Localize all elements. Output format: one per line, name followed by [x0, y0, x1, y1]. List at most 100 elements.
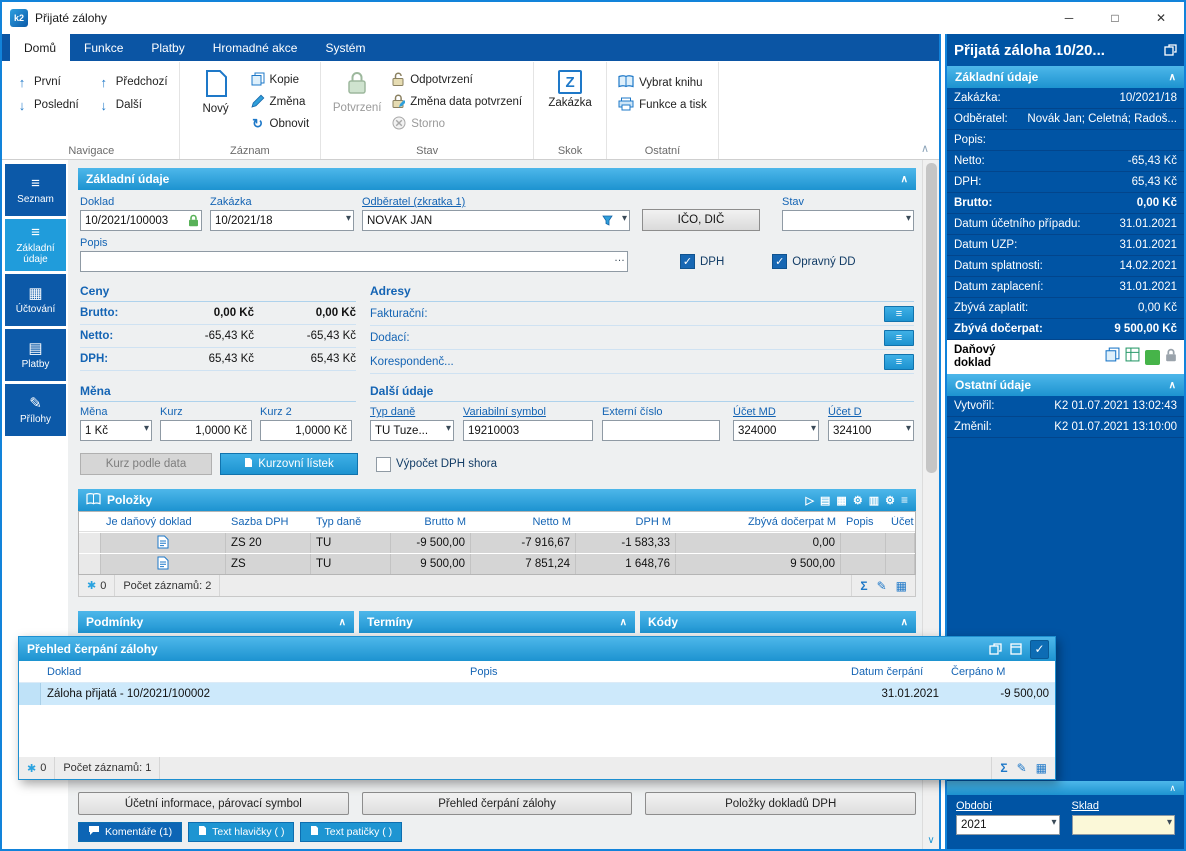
col-dph-m[interactable]: DPH M	[576, 516, 676, 528]
zakazka-jump-button[interactable]: Z Zakázka	[541, 64, 599, 109]
chevron-down-icon[interactable]: ▾	[1051, 818, 1056, 828]
tab-domu[interactable]: Domů	[10, 34, 71, 61]
col-popis[interactable]: Popis	[841, 516, 886, 528]
menu-icon[interactable]: ≡	[901, 493, 908, 507]
tab-funkce[interactable]: Funkce	[70, 34, 137, 61]
col-je-danovy-doklad[interactable]: Je daňový doklad	[101, 516, 226, 528]
chevron-down-icon[interactable]: ▾	[144, 424, 149, 434]
obdobi-label[interactable]: Období	[956, 800, 1060, 812]
address-menu-button[interactable]: ≡	[884, 329, 914, 346]
chevron-down-icon[interactable]: ▾	[1167, 818, 1172, 828]
sidebar-item-zakladni-udaje[interactable]: ≡ Základní údaje	[5, 219, 66, 271]
tab-text-paticky[interactable]: Text patičky ( )	[300, 822, 403, 842]
dialog-title-bar[interactable]: Přehled čerpání zálohy ✓	[19, 637, 1055, 661]
ico-dic-button[interactable]: IČO, DIČ	[642, 209, 760, 231]
collapse-icon[interactable]: ∧	[620, 617, 627, 628]
table-row[interactable]: ZS TU 9 500,00 7 851,24 1 648,76 9 500,0…	[79, 553, 915, 574]
minimize-button[interactable]: ─	[1046, 2, 1092, 34]
chevron-down-icon[interactable]: ▾	[811, 424, 816, 434]
mena-field[interactable]	[80, 420, 152, 441]
confirm-check-button[interactable]: ✓	[1030, 639, 1049, 659]
next-button[interactable]: ↓ Další	[93, 94, 172, 116]
first-button[interactable]: ↑ První	[11, 71, 83, 93]
change-confirm-date-button[interactable]: Změna data potvrzení	[388, 91, 526, 113]
kurz-field[interactable]	[160, 420, 252, 441]
tab-komentare[interactable]: Komentáře (1)	[78, 822, 183, 842]
col-brutto-m[interactable]: Brutto M	[391, 516, 471, 528]
odberatel-field[interactable]	[362, 210, 630, 231]
col-netto-m[interactable]: Netto M	[471, 516, 576, 528]
kurzovni-listek-button[interactable]: Kurzovní lístek	[220, 453, 358, 475]
dph-checkbox[interactable]: ✓ DPH	[680, 254, 724, 269]
panel-collapse-bar[interactable]: ∧	[947, 781, 1184, 795]
prehled-cerpani-button[interactable]: Přehled čerpání zálohy	[361, 792, 633, 815]
edit-grid-icon[interactable]: ▦	[896, 579, 907, 593]
popis-field[interactable]	[80, 251, 628, 272]
odberatel-label[interactable]: Odběratel (zkratka 1)	[362, 196, 630, 208]
table-document-icon[interactable]	[1125, 347, 1140, 367]
kurz2-field[interactable]	[260, 420, 352, 441]
section-header-polozky[interactable]: Položky ▷ ▤ ▦ ⚙ ▥ ⚙ ≡	[78, 489, 916, 511]
sum-icon[interactable]: Σ	[1000, 761, 1007, 775]
typ-dane-label[interactable]: Typ daně	[370, 406, 454, 418]
new-button[interactable]: Nový	[187, 64, 245, 115]
tab-platby[interactable]: Platby	[137, 34, 198, 61]
sidebar-item-prilohy[interactable]: ✎ Přílohy	[5, 384, 66, 436]
col-cerpano-m[interactable]: Čerpáno M	[945, 666, 1055, 678]
tab-hromadne-akce[interactable]: Hromadné akce	[199, 34, 312, 61]
sklad-label[interactable]: Sklad	[1072, 800, 1176, 812]
obdobi-field[interactable]	[956, 815, 1060, 835]
dock-icon[interactable]	[1010, 643, 1022, 655]
chevron-down-icon[interactable]: ▾	[906, 214, 911, 224]
unconfirm-button[interactable]: Odpotvrzení	[388, 69, 526, 91]
tab-text-hlavicky[interactable]: Text hlavičky ( )	[188, 822, 295, 842]
edit-grid-icon[interactable]: ▦	[1036, 761, 1047, 775]
polozky-dokladu-dph-button[interactable]: Položky dokladů DPH	[645, 792, 917, 815]
doklad-field[interactable]	[80, 210, 202, 231]
sklad-field[interactable]	[1071, 815, 1175, 835]
sidebar-item-platby[interactable]: ▤ Platby	[5, 329, 66, 381]
chevron-down-icon[interactable]: ▾	[622, 214, 627, 224]
variabilni-symbol-label[interactable]: Variabilní symbol	[463, 406, 593, 418]
close-button[interactable]: ✕	[1138, 2, 1184, 34]
preview-section-ostatni-udaje[interactable]: Ostatní údaje ∧	[947, 374, 1184, 396]
collapse-icon[interactable]: ∧	[1169, 380, 1176, 391]
open-window-icon[interactable]	[989, 643, 1002, 655]
copy-icon[interactable]	[1105, 347, 1120, 367]
sidebar-item-uctovani[interactable]: ▦ Účtování	[5, 274, 66, 326]
columns-icon[interactable]: ▥	[869, 494, 879, 507]
maximize-button[interactable]: □	[1092, 2, 1138, 34]
tab-system[interactable]: Systém	[311, 34, 379, 61]
refresh-button[interactable]: ↻ Obnovit	[247, 113, 314, 135]
accounting-info-button[interactable]: Účetní informace, párovací symbol	[78, 792, 349, 815]
opravny-dd-checkbox[interactable]: ✓ Opravný DD	[772, 254, 856, 269]
ucet-md-field[interactable]	[733, 420, 819, 441]
col-ucet[interactable]: Účet	[886, 516, 915, 528]
storno-button[interactable]: Storno	[388, 113, 526, 135]
vypocet-dph-checkbox[interactable]: Výpočet DPH shora	[376, 456, 497, 472]
sum-icon[interactable]: Σ	[860, 579, 867, 593]
section-header-podminky[interactable]: Podmínky ∧	[78, 611, 354, 633]
previous-button[interactable]: ↑ Předchozí	[93, 71, 172, 93]
chart-icon[interactable]: ▦	[836, 494, 846, 507]
section-header-kody[interactable]: Kódy ∧	[640, 611, 916, 633]
stav-field[interactable]	[782, 210, 914, 231]
collapse-icon[interactable]: ∧	[1169, 72, 1176, 83]
preview-section-zakladni-udaje[interactable]: Základní údaje ∧	[947, 66, 1184, 88]
col-typ-dane[interactable]: Typ daně	[311, 516, 391, 528]
confirm-button[interactable]: Potvrzení	[328, 64, 386, 114]
ucet-md-label[interactable]: Účet MD	[733, 406, 819, 418]
play-icon[interactable]: ▷	[806, 494, 814, 507]
print-icon[interactable]: ▤	[820, 494, 830, 507]
section-header-zakladni-udaje[interactable]: Základní údaje ∧	[78, 168, 916, 190]
more-dots-icon[interactable]: …	[614, 253, 625, 264]
scrollbar-thumb[interactable]	[925, 163, 937, 473]
col-sazba-dph[interactable]: Sazba DPH	[226, 516, 311, 528]
sidebar-item-seznam[interactable]: ≡ Seznam	[5, 164, 66, 216]
open-window-icon[interactable]	[1164, 44, 1177, 56]
collapse-icon[interactable]: ∧	[901, 174, 908, 185]
edit-pencil-icon[interactable]: ✎	[877, 579, 887, 593]
chevron-down-icon[interactable]: ▾	[346, 214, 351, 224]
collapse-icon[interactable]: ∧	[339, 617, 346, 628]
ucet-d-label[interactable]: Účet D	[828, 406, 914, 418]
